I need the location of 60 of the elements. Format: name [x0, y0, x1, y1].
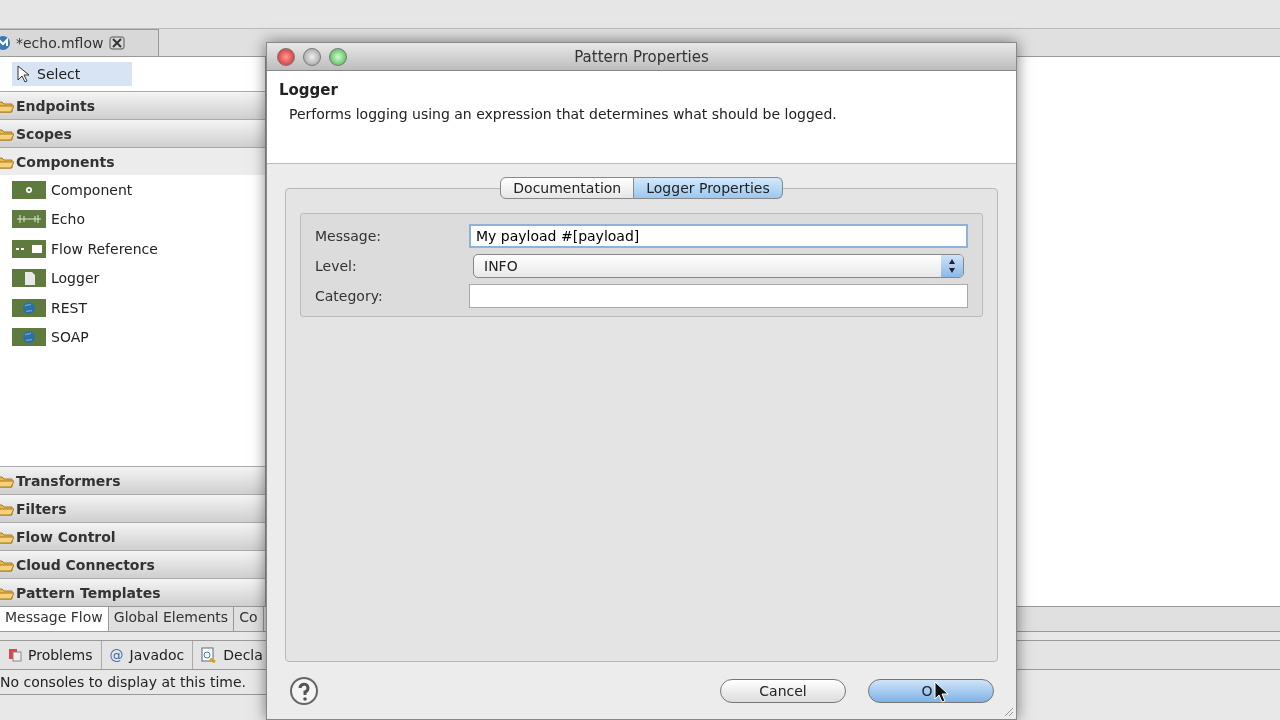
component-icon — [12, 180, 46, 199]
dialog-description: Performs logging using an expression that determines what should be logged. — [289, 106, 838, 123]
minimize-icon[interactable] — [303, 47, 321, 66]
component-icon — [12, 298, 46, 317]
editor-tab[interactable]: Global Elements — [108, 607, 235, 631]
tab[interactable]: Logger Properties — [634, 177, 783, 200]
editor-tab[interactable]: Co — [234, 607, 264, 631]
component-icon — [12, 239, 46, 258]
input-field[interactable] — [469, 284, 968, 309]
palette-drawer[interactable]: Cloud Connectors — [0, 550, 265, 578]
dialog-heading: Logger — [279, 81, 339, 100]
tab-label: *echo.mflow — [16, 35, 104, 51]
pointer-icon — [17, 65, 31, 83]
palette-drawer[interactable]: Pattern Templates — [0, 578, 265, 606]
folder-icon — [0, 473, 14, 488]
dialog-button[interactable]: Cancel — [720, 678, 846, 703]
view-tab[interactable]: @ Javadoc — [101, 641, 194, 669]
component-icon — [12, 328, 46, 347]
field-label: Message: — [315, 228, 383, 245]
stepper-icon — [941, 255, 963, 278]
palette-item[interactable]: REST — [0, 293, 265, 323]
palette-item[interactable]: Logger — [0, 263, 265, 293]
cursor-icon — [934, 680, 948, 703]
folder-icon — [0, 557, 14, 572]
close-icon[interactable] — [109, 36, 126, 50]
palette-drawer[interactable]: Components — [0, 147, 265, 175]
palette-drawer[interactable]: Scopes — [0, 119, 265, 147]
input-field[interactable]: My payload #[payload] — [469, 224, 968, 249]
palette-item[interactable]: Echo — [0, 204, 265, 234]
palette-item[interactable]: Flow Reference — [0, 234, 265, 264]
tab[interactable]: Documentation — [500, 177, 635, 200]
component-icon — [12, 210, 46, 229]
window-title: Pattern Properties — [574, 47, 709, 66]
folder-icon — [0, 98, 14, 113]
palette-drawer[interactable]: Flow Control — [0, 522, 265, 550]
mule-logo-icon — [0, 36, 10, 50]
palette-drawer[interactable]: Filters — [0, 494, 265, 522]
zoom-icon[interactable] — [329, 47, 347, 66]
problems-icon — [8, 648, 22, 662]
help-icon[interactable] — [289, 675, 319, 706]
view-tab[interactable]: Problems — [0, 641, 102, 669]
resize-grip-icon[interactable] — [1002, 705, 1014, 717]
folder-icon — [0, 154, 14, 169]
palette-drawer[interactable]: Transformers — [0, 466, 265, 494]
folder-icon — [0, 501, 14, 516]
editor-tab[interactable]: Message Flow — [0, 607, 109, 631]
dialog-button[interactable]: O — [868, 678, 994, 703]
document-icon — [201, 647, 218, 663]
select-tool[interactable]: Select — [12, 62, 132, 86]
palette-item[interactable]: Component — [0, 175, 265, 205]
editor-tab[interactable]: *echo.mflow — [0, 29, 159, 56]
folder-icon — [0, 126, 14, 141]
folder-icon — [0, 529, 14, 544]
field-label: Category: — [315, 288, 384, 305]
level-dropdown[interactable]: INFO — [473, 254, 964, 279]
folder-icon — [0, 585, 14, 600]
component-icon — [12, 269, 46, 288]
palette-item[interactable]: SOAP — [0, 322, 265, 352]
field-label: Level: — [315, 258, 358, 275]
palette-drawer[interactable]: Endpoints — [0, 91, 265, 119]
